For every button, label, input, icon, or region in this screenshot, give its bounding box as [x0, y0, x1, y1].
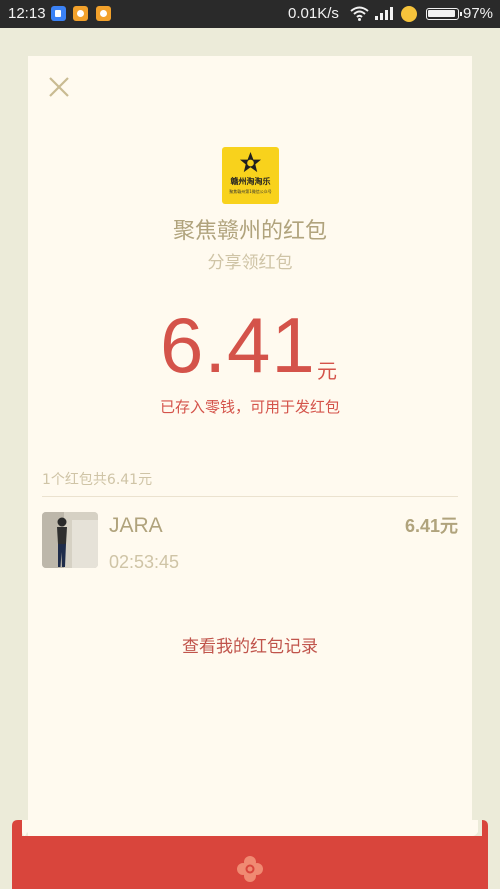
sender-title: 聚焦赣州的红包 — [172, 219, 327, 244]
amount-unit: 元 — [317, 359, 337, 383]
greeting-text: 分享领红包 — [207, 253, 293, 273]
view-history-link[interactable]: 查看我的红包记录 — [0, 632, 500, 657]
logo-text: 赣州淘淘乐 — [230, 177, 271, 186]
deposit-note: 已存入零钱，可用于发红包 — [159, 398, 340, 416]
receiver-time: 02:53:45 — [109, 552, 180, 572]
app-notification-icon — [73, 6, 88, 21]
avatar-image — [42, 512, 98, 568]
app-notification-icon — [51, 6, 66, 21]
signal-icon — [375, 7, 393, 20]
wifi-icon — [350, 6, 369, 21]
amount-display: 6.41 元 — [160, 300, 360, 390]
status-bar: 12:13 0.01K/s 97% — [0, 0, 500, 28]
amount-value: 6.41 — [160, 301, 316, 389]
battery-icon — [426, 8, 462, 20]
battery-percent: 97% — [463, 5, 494, 22]
packet-summary: 1个红包共6.41元 — [42, 472, 153, 488]
receiver-amount: 6.41元 — [404, 516, 458, 536]
logo-subtext: 聚焦赣州第1微信公众号 — [229, 189, 272, 194]
network-speed: 0.01K/s — [288, 5, 339, 22]
app-notification-icon — [96, 6, 111, 21]
status-time: 12:13 — [8, 5, 46, 22]
avatar[interactable] — [42, 512, 98, 568]
sender-logo: 赣州淘淘乐 聚焦赣州第1微信公众号 — [222, 147, 279, 204]
flower-icon — [237, 856, 263, 882]
close-icon[interactable] — [48, 76, 70, 98]
receiver-name: JARA — [109, 514, 163, 537]
emoji-icon — [401, 6, 417, 22]
divider — [42, 496, 458, 497]
star-logo-icon — [239, 151, 262, 173]
